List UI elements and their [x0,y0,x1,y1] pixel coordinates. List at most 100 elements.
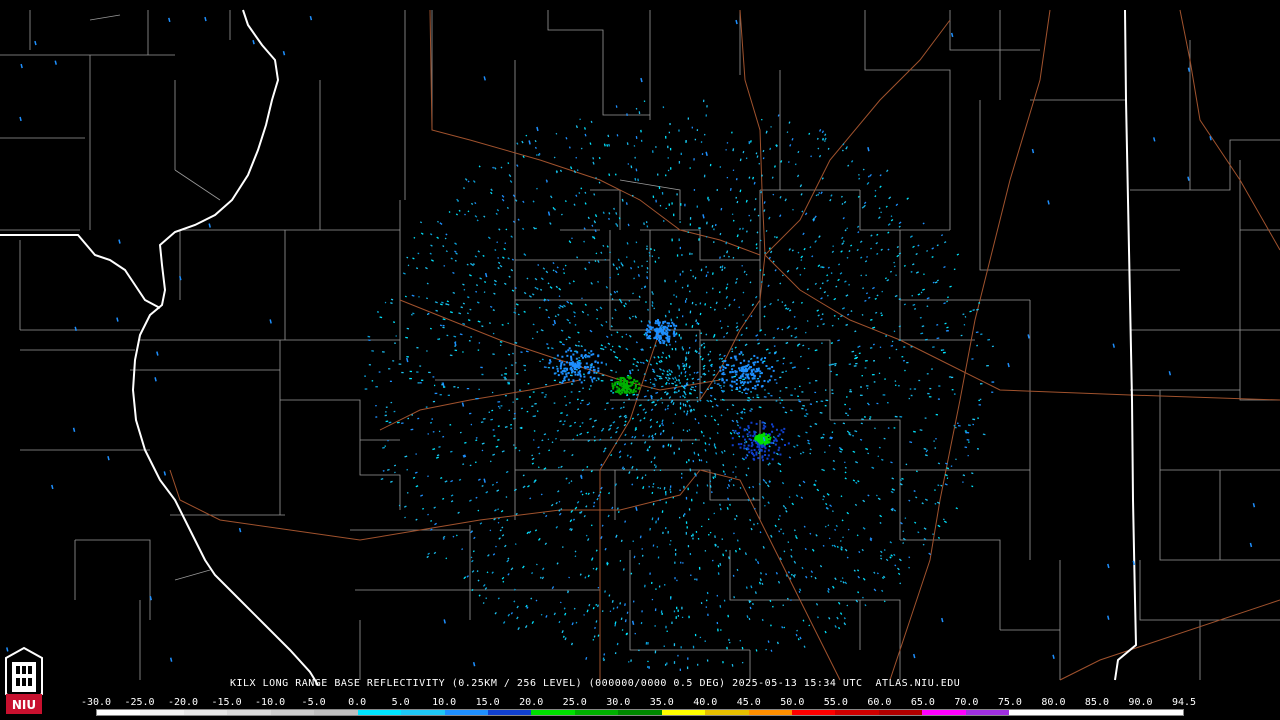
echo-speck [606,245,609,248]
echo-speck [921,502,924,505]
echo-speck [890,215,893,218]
echo-speck [452,535,455,538]
echo-speck [565,338,568,341]
echo-cluster-cell [750,369,753,372]
echo-speck [654,432,657,436]
echo-speck [794,574,796,576]
echo-speck [548,449,551,452]
echo-cluster-cell [612,387,615,390]
echo-speck [777,114,780,117]
scale-swatch [401,710,445,715]
echo-speck [802,344,805,347]
echo-speck [588,261,591,264]
echo-speck [507,162,510,165]
echo-speck [551,586,555,590]
echo-speck [934,489,936,491]
echo-speck [715,339,718,342]
echo-speck [946,467,950,470]
echo-cluster-cell [658,337,661,340]
echo-cluster-cell [584,349,587,352]
echo-cluster-cell [753,354,756,357]
echo-cluster-cell [753,449,756,452]
echo-cluster-cell [661,339,664,342]
echo-speck [819,287,822,290]
echo-cluster-cell [735,379,738,382]
echo-speck [765,348,769,351]
echo-speck [568,282,571,285]
echo-speck [406,491,409,494]
echo-speck [624,433,627,437]
echo-speck [554,270,558,274]
echo-speck [490,188,493,192]
echo-speck [660,359,663,363]
echo-cluster-cell [571,364,574,367]
echo-speck [749,518,752,522]
echo-speck [523,253,527,256]
echo-speck [651,436,654,440]
echo-speck [644,411,648,414]
sparse-echo [1007,362,1010,368]
echo-speck [573,421,577,424]
echo-speck [919,429,923,431]
echo-speck [672,402,675,406]
sparse-echo [107,456,110,461]
echo-cluster-cell [574,363,577,366]
echo-speck [864,299,867,302]
echo-speck [753,507,756,510]
echo-speck [526,277,529,280]
echo-speck [560,329,564,332]
echo-speck [774,269,777,272]
echo-speck [698,347,701,350]
echo-cluster-cell [566,368,569,371]
echo-speck [809,448,812,451]
echo-speck [621,466,625,470]
echo-cluster-cell [746,381,749,384]
echo-cluster-cell [766,457,769,460]
state-boundaries [0,9,1138,686]
echo-speck [870,318,873,321]
echo-speck [499,264,503,268]
echo-speck [703,373,707,376]
echo-speck [586,465,589,468]
echo-speck [857,195,860,198]
echo-speck [810,155,813,158]
echo-cluster-cell [731,368,734,371]
echo-speck [604,590,607,593]
echo-speck [746,454,749,457]
echo-speck [765,230,768,232]
echo-speck [898,325,901,328]
echo-speck [505,470,509,474]
echo-speck [694,339,697,342]
echo-speck [856,569,860,572]
echo-speck [501,323,504,326]
echo-speck [798,484,802,487]
echo-speck [826,493,830,496]
echo-speck [441,301,444,304]
echo-speck [595,549,598,552]
echo-speck [822,433,825,436]
echo-speck [923,273,925,276]
echo-speck [756,231,759,234]
echo-speck [887,248,890,251]
echo-cluster-cell [628,388,631,391]
echo-speck [908,556,911,559]
echo-speck [545,179,548,182]
echo-speck [496,489,500,492]
echo-speck [699,355,702,358]
echo-cluster-cell [753,431,756,434]
echo-cluster-cell [616,381,619,384]
echo-speck [540,329,544,332]
echo-cluster-cell [750,373,753,376]
echo-speck [466,575,469,578]
echo-speck [608,173,611,177]
echo-speck [660,377,663,380]
echo-cluster-cell [616,377,619,380]
echo-speck [531,462,534,465]
echo-speck [770,534,773,538]
echo-speck [583,514,586,518]
echo-speck [713,443,716,446]
echo-cluster-cell [778,446,781,449]
echo-speck [848,432,851,434]
echo-speck [536,187,538,190]
echo-speck [625,202,628,205]
